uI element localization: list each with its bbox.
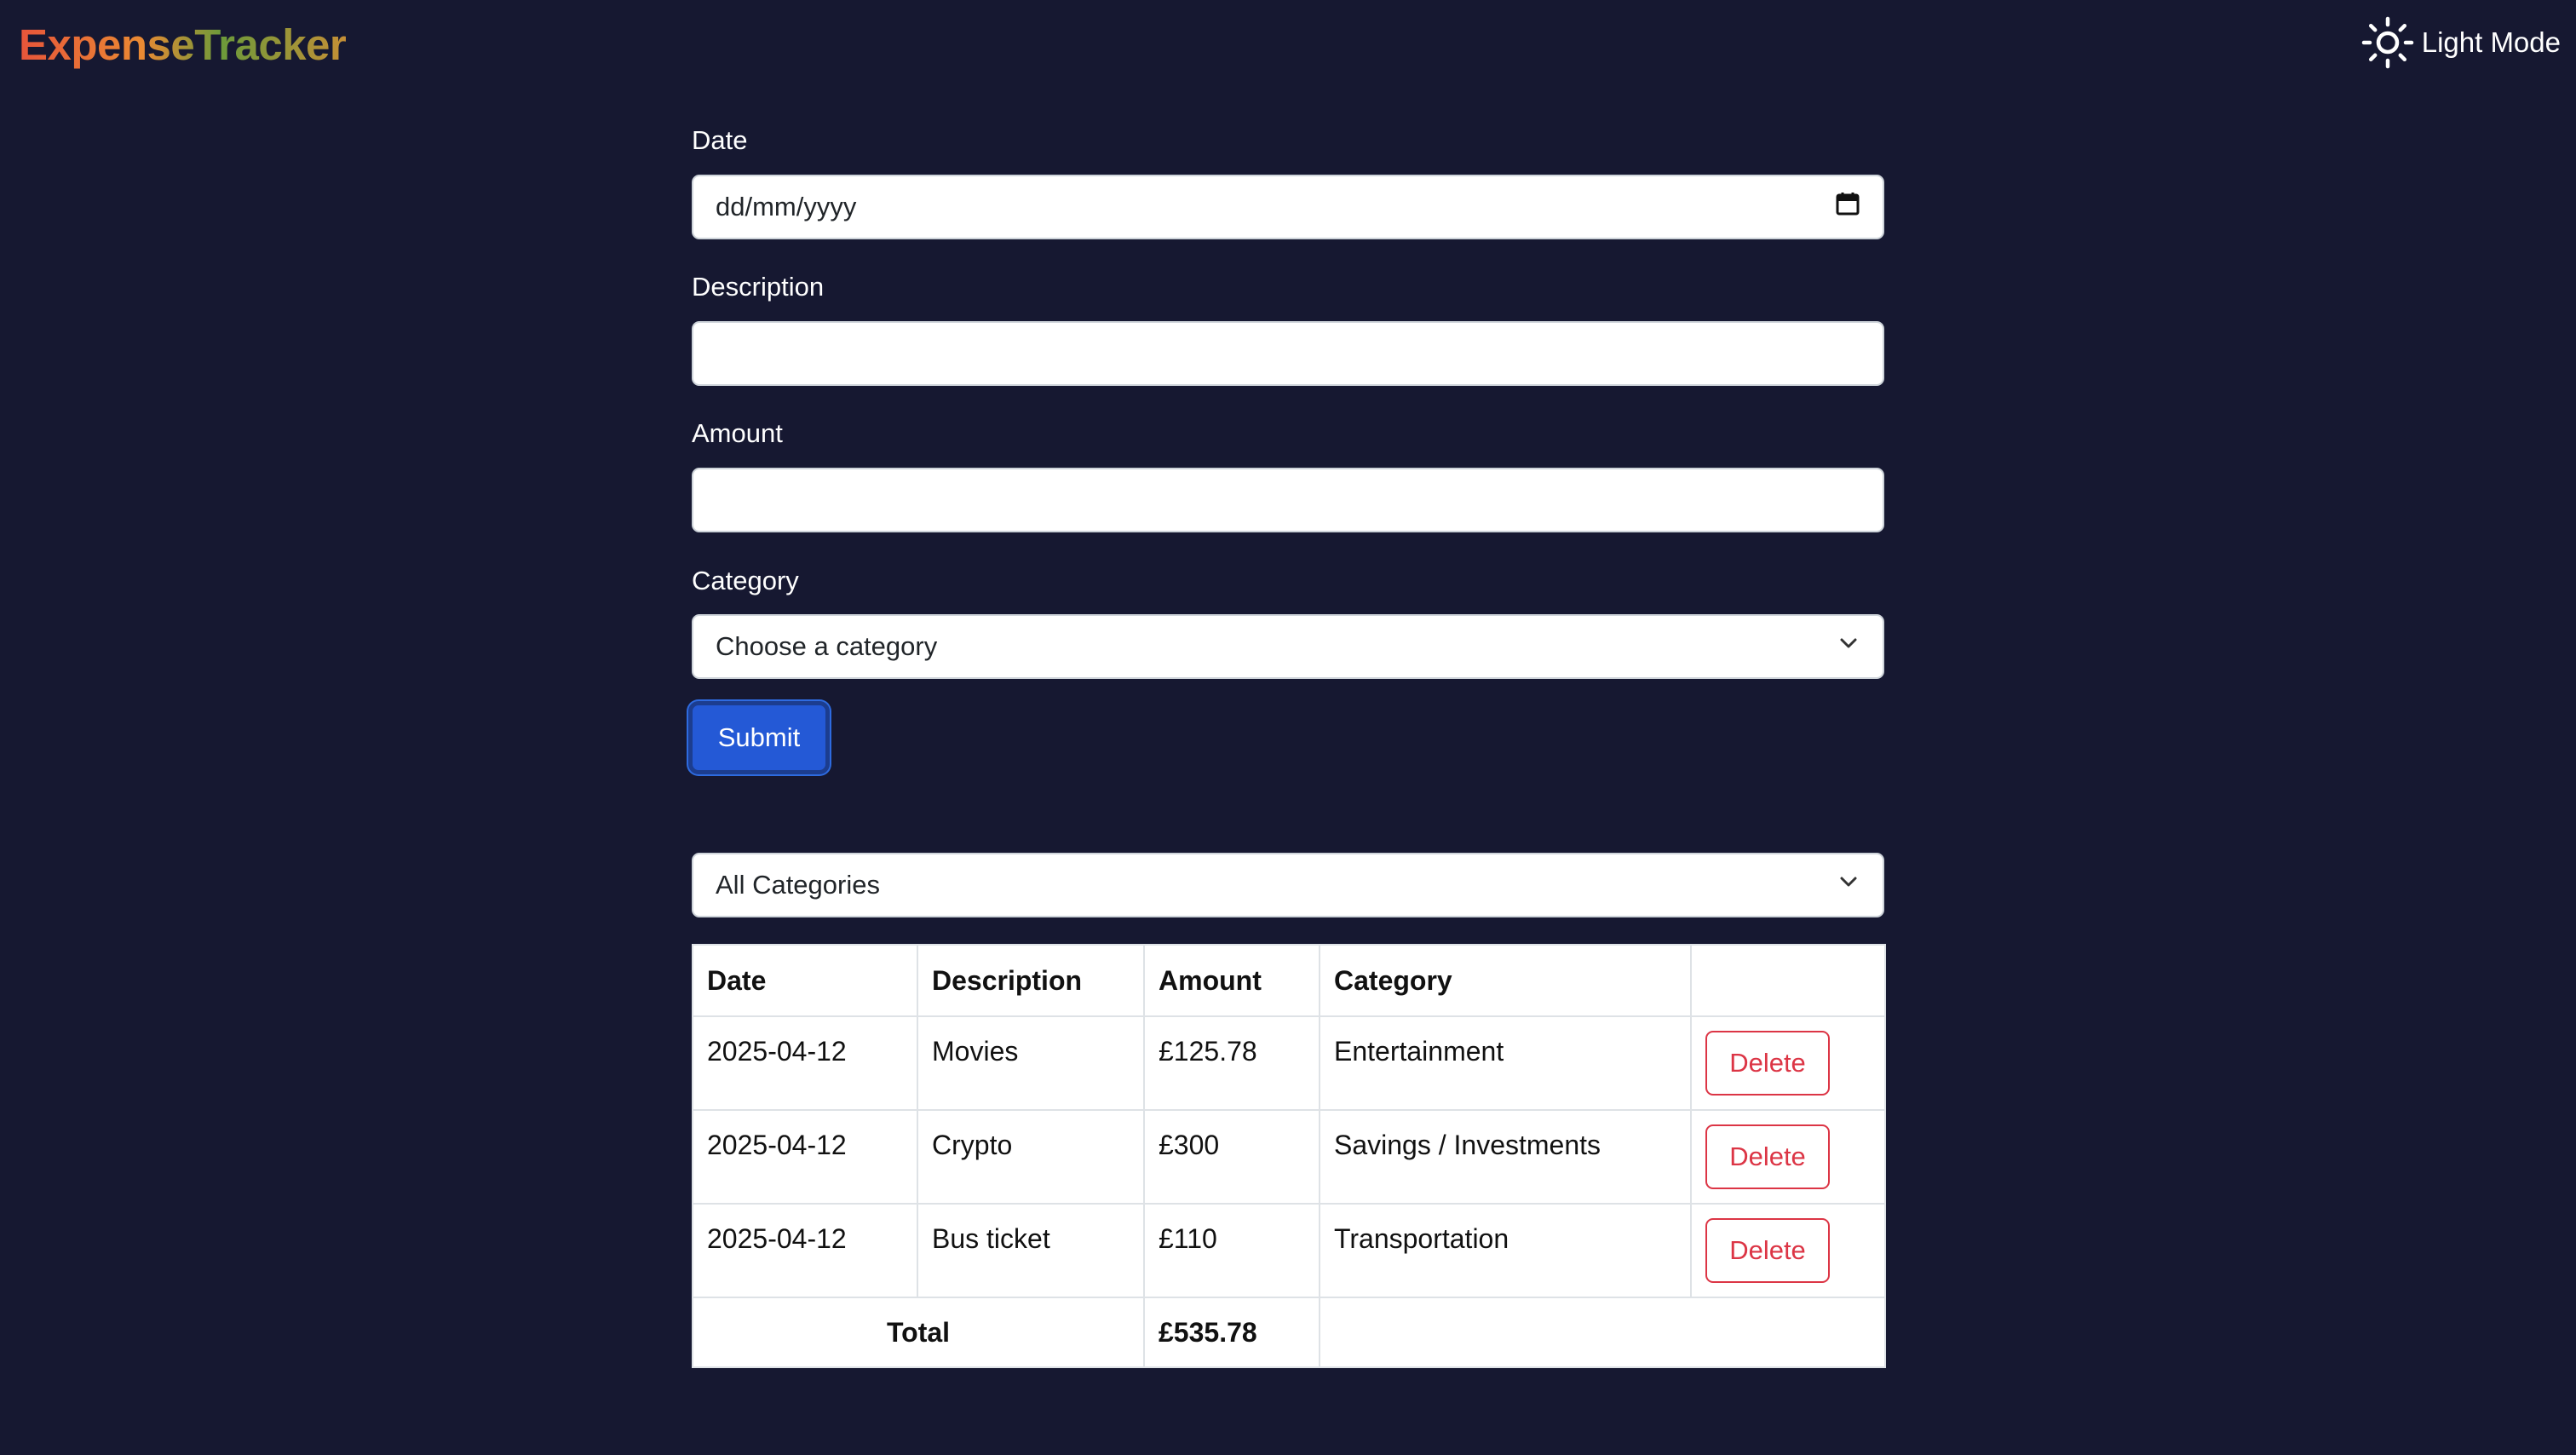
total-label: Total [692,1297,1145,1368]
total-empty-cell [1319,1297,1886,1368]
cell-amount: £300 [1143,1109,1320,1205]
date-placeholder: dd/mm/yyyy [716,192,857,221]
amount-label: Amount [692,418,783,448]
cell-category: Entertainment [1319,1015,1692,1111]
cell-date: 2025-04-12 [692,1203,918,1298]
calendar-icon[interactable] [1835,191,1860,223]
table-row: 2025-04-12 Crypto £300 Savings / Investm… [692,1109,1886,1205]
total-amount: £535.78 [1143,1297,1320,1368]
theme-toggle-label: Light Mode [2421,26,2561,58]
table-row: 2025-04-12 Bus ticket £110 Transportatio… [692,1203,1886,1298]
amount-input[interactable] [692,468,1884,532]
submit-button[interactable]: Submit [688,701,830,774]
chevron-down-icon [1837,870,1860,900]
app-logo[interactable]: ExpenseTracker [19,15,347,75]
category-select[interactable]: Choose a category [692,614,1884,679]
header-description: Description [917,944,1145,1017]
cell-category: Transportation [1319,1203,1692,1298]
cell-action: Delete [1690,1015,1886,1111]
description-label: Description [692,272,825,302]
sun-icon [2360,15,2415,70]
header-category: Category [1319,944,1692,1017]
date-input[interactable]: dd/mm/yyyy [692,175,1884,239]
header-actions [1690,944,1886,1017]
chevron-down-icon [1837,631,1860,662]
cell-amount: £110 [1143,1203,1320,1298]
cell-amount: £125.78 [1143,1015,1320,1111]
table-header-row: Date Description Amount Category [692,944,1886,1017]
header-date: Date [692,944,918,1017]
description-input[interactable] [692,321,1884,386]
category-label: Category [692,566,799,595]
date-label: Date [692,125,748,155]
cell-action: Delete [1690,1109,1886,1205]
header-amount: Amount [1143,944,1320,1017]
category-selected-value: Choose a category [716,631,938,661]
delete-button[interactable]: Delete [1705,1031,1830,1096]
category-filter-select[interactable]: All Categories [692,853,1884,917]
theme-toggle-button[interactable]: Light Mode [2360,15,2561,70]
table-row: 2025-04-12 Movies £125.78 Entertainment … [692,1015,1886,1111]
delete-button[interactable]: Delete [1705,1124,1830,1189]
cell-category: Savings / Investments [1319,1109,1692,1205]
cell-date: 2025-04-12 [692,1015,918,1111]
delete-button[interactable]: Delete [1705,1218,1830,1283]
filter-selected-value: All Categories [716,870,880,900]
expenses-table: Date Description Amount Category 2025-04… [692,944,1886,1368]
cell-description: Movies [917,1015,1145,1111]
cell-description: Bus ticket [917,1203,1145,1298]
cell-description: Crypto [917,1109,1145,1205]
cell-action: Delete [1690,1203,1886,1298]
cell-date: 2025-04-12 [692,1109,918,1205]
total-row: Total £535.78 [692,1297,1886,1368]
